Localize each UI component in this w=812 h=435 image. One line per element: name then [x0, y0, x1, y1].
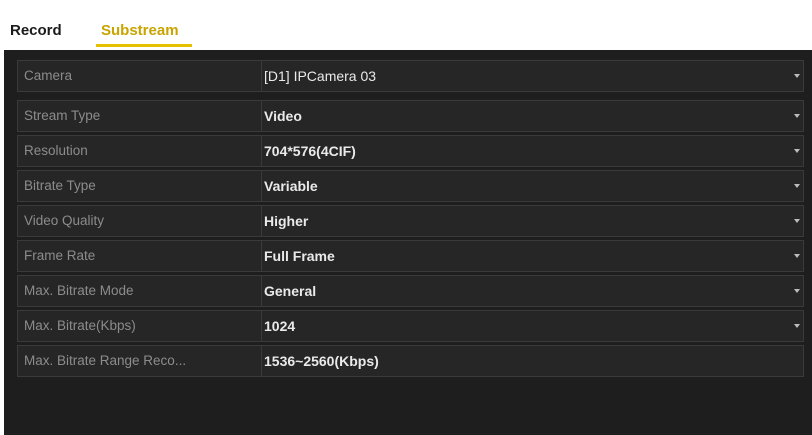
max-bitrate-mode-label: Max. Bitrate Mode — [18, 276, 262, 306]
tab-record[interactable]: Record — [10, 22, 62, 39]
stream-type-label: Stream Type — [18, 101, 262, 131]
camera-select[interactable]: [D1] IPCamera 03 — [264, 61, 803, 91]
chevron-down-icon[interactable] — [794, 184, 800, 188]
max-bitrate-range-row: Max. Bitrate Range Reco... 1536~2560(Kbp… — [17, 345, 804, 377]
max-bitrate-range-value: 1536~2560(Kbps) — [264, 353, 379, 369]
substream-settings-panel: Record Substream Camera [D1] IPCamera 03… — [4, 10, 812, 435]
max-bitrate-mode-select[interactable]: General — [264, 276, 803, 306]
chevron-down-icon[interactable] — [794, 324, 800, 328]
bitrate-type-label: Bitrate Type — [18, 171, 262, 201]
frame-rate-select[interactable]: Full Frame — [264, 241, 803, 271]
chevron-down-icon[interactable] — [794, 114, 800, 118]
chevron-down-icon[interactable] — [794, 219, 800, 223]
video-quality-label: Video Quality — [18, 206, 262, 236]
max-bitrate-label: Max. Bitrate(Kbps) — [18, 311, 262, 341]
bitrate-type-select[interactable]: Variable — [264, 171, 803, 201]
resolution-label: Resolution — [18, 136, 262, 166]
stream-type-row: Stream Type Video — [17, 100, 804, 132]
video-quality-select[interactable]: Higher — [264, 206, 803, 236]
video-quality-row: Video Quality Higher — [17, 205, 804, 237]
chevron-down-icon[interactable] — [794, 74, 800, 78]
max-bitrate-select[interactable]: 1024 — [264, 311, 803, 341]
camera-row: Camera [D1] IPCamera 03 — [17, 60, 804, 92]
active-tab-indicator — [96, 44, 192, 47]
settings-form: Camera [D1] IPCamera 03 Stream Type Vide… — [17, 60, 804, 380]
resolution-select[interactable]: 704*576(4CIF) — [264, 136, 803, 166]
stream-type-select[interactable]: Video — [264, 101, 803, 131]
chevron-down-icon[interactable] — [794, 149, 800, 153]
tab-bar: Record Substream — [4, 10, 812, 50]
frame-rate-row: Frame Rate Full Frame — [17, 240, 804, 272]
chevron-down-icon[interactable] — [794, 289, 800, 293]
chevron-down-icon[interactable] — [794, 254, 800, 258]
max-bitrate-range-label: Max. Bitrate Range Reco... — [18, 346, 262, 376]
max-bitrate-row: Max. Bitrate(Kbps) 1024 — [17, 310, 804, 342]
camera-label: Camera — [18, 61, 262, 91]
max-bitrate-mode-row: Max. Bitrate Mode General — [17, 275, 804, 307]
resolution-row: Resolution 704*576(4CIF) — [17, 135, 804, 167]
frame-rate-label: Frame Rate — [18, 241, 262, 271]
bitrate-type-row: Bitrate Type Variable — [17, 170, 804, 202]
tab-substream[interactable]: Substream — [101, 22, 179, 39]
